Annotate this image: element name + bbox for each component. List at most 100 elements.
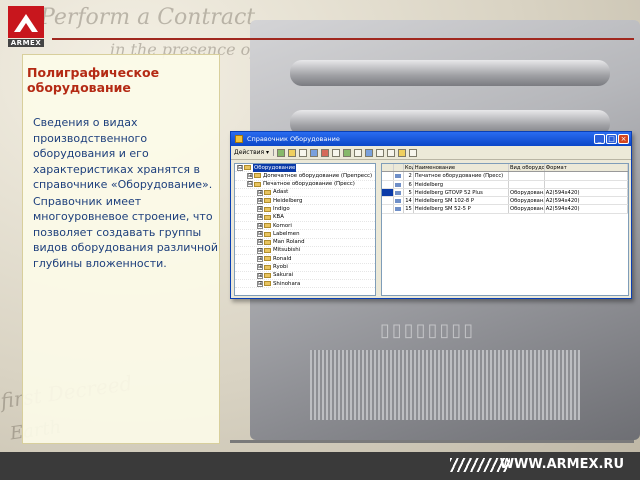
equipment-directory-window: Справочник Оборудование _ □ × Действия ▾… xyxy=(230,131,632,299)
cell-equipment-type: Оборудован... xyxy=(510,205,545,213)
tree-node[interactable]: ⊞ Sakurai xyxy=(235,272,375,281)
cell-equipment-type xyxy=(509,172,545,180)
tree-node-label: Допечатное оборудование (Препресс) xyxy=(263,172,373,179)
filter-icon[interactable] xyxy=(365,148,374,157)
collapse-icon[interactable]: ⊟ xyxy=(237,164,243,171)
edit-icon[interactable] xyxy=(310,148,319,157)
tree-node[interactable]: ⊞ Komori xyxy=(235,222,375,231)
expand-icon[interactable]: ⊞ xyxy=(257,272,263,279)
logo-mark xyxy=(8,6,44,38)
hierarchy-icon[interactable] xyxy=(354,148,363,157)
tree-node[interactable]: ⊞ Heidelberg xyxy=(235,197,375,206)
table-row[interactable]: 6 Heidelberg xyxy=(382,180,628,189)
sort-icon[interactable] xyxy=(376,148,385,157)
folder-icon xyxy=(264,264,271,270)
copy-icon[interactable] xyxy=(299,148,308,157)
print-icon[interactable] xyxy=(398,148,407,157)
cell-name: Heidelberg SM 52-5 P xyxy=(414,205,509,213)
expand-icon[interactable]: ⊞ xyxy=(257,189,263,196)
table-row[interactable]: 2 Печатное оборудование (Пресс) xyxy=(382,172,628,181)
folder-icon xyxy=(254,181,261,187)
table-header-row: Код Наименование Вид оборудо... Формат xyxy=(382,164,628,173)
column-header-format[interactable]: Формат xyxy=(545,164,628,172)
window-title: Справочник Оборудование xyxy=(247,135,340,143)
expand-icon[interactable]: ⊞ xyxy=(257,206,263,213)
find-icon[interactable] xyxy=(387,148,396,157)
table-row[interactable]: 14 Heidelberg SM 102-8 P Оборудован... A2(5… xyxy=(382,197,628,206)
cell-name: Heidelberg SM 102-8 P xyxy=(414,197,509,205)
column-header-name[interactable]: Наименование xyxy=(414,164,509,172)
folder-icon xyxy=(264,231,271,237)
text-panel: Полиграфическое оборудование Сведения о … xyxy=(22,54,220,444)
website-url[interactable]: WWW.ARMEX.RU xyxy=(500,457,624,472)
add-icon[interactable] xyxy=(277,148,286,157)
expand-icon[interactable]: ⊞ xyxy=(257,255,263,262)
row-type-icon-cell xyxy=(394,205,404,213)
cell-format: A2(594х420) xyxy=(545,197,628,205)
group-folder-icon xyxy=(394,174,401,179)
add-group-icon[interactable] xyxy=(288,148,297,157)
column-header-code[interactable]: Код xyxy=(404,164,414,172)
row-marker xyxy=(382,180,394,188)
cell-code: 14 xyxy=(405,197,414,205)
window-titlebar[interactable]: Справочник Оборудование _ □ × xyxy=(231,132,631,146)
body-paragraph-2: Справочник имеет многоуровневое строение… xyxy=(33,194,219,270)
tree-node[interactable]: ⊞ KBA xyxy=(235,214,375,223)
expand-icon[interactable]: ⊞ xyxy=(257,231,263,238)
tree-node[interactable]: ⊞ Adast xyxy=(235,189,375,198)
table-row[interactable]: 15 Heidelberg SM 52-5 P Оборудован... A2(59… xyxy=(382,205,628,214)
tree-node[interactable]: ⊞ Indigo xyxy=(235,205,375,214)
delete-icon[interactable] xyxy=(321,148,330,157)
help-icon[interactable] xyxy=(409,148,418,157)
tree-node[interactable]: ⊞ Ronald xyxy=(235,255,375,264)
tree-node[interactable]: ⊞ Shinohara xyxy=(235,280,375,289)
expand-icon[interactable]: ⊞ xyxy=(257,239,263,246)
tree-node-label: Печатное оборудование (Пресс) xyxy=(263,181,355,188)
tree-node[interactable]: ⊞ Labelmen xyxy=(235,230,375,239)
tree-node-label: Adast xyxy=(273,189,289,196)
folder-icon xyxy=(264,281,271,287)
refresh-icon[interactable] xyxy=(343,148,352,157)
column-header-marker[interactable] xyxy=(382,164,394,172)
tree-node-label: Shinohara xyxy=(273,280,301,287)
tree-node-label: Man Roland xyxy=(273,239,305,246)
folder-icon xyxy=(254,173,261,179)
move-icon[interactable] xyxy=(332,148,341,157)
tree-node[interactable]: ⊞ Mitsubishi xyxy=(235,247,375,256)
maximize-button[interactable]: □ xyxy=(606,134,617,144)
tree-node-label: Ryobi xyxy=(273,264,288,271)
folder-icon xyxy=(264,239,271,245)
minimize-button[interactable]: _ xyxy=(594,134,605,144)
column-header-icon[interactable] xyxy=(394,164,404,172)
body-paragraph-1: Сведения о видах производственного обору… xyxy=(33,116,213,191)
expand-icon[interactable]: ⊞ xyxy=(257,214,263,221)
table-row[interactable]: 5 Heidelberg GTOVP 52 Plus Оборудован... A2… xyxy=(382,188,628,198)
expand-icon[interactable]: ⊞ xyxy=(247,172,253,179)
equipment-table: Код Наименование Вид оборудо... Формат 2… xyxy=(381,163,629,296)
actions-menu[interactable]: Действия ▾ xyxy=(234,149,275,156)
collapse-icon[interactable]: ⊟ xyxy=(247,181,253,188)
equipment-group-tree[interactable]: ⊟ Оборудование ⊞ Допечатное оборудование (П… xyxy=(234,163,376,296)
cell-code: 6 xyxy=(404,180,414,188)
close-button[interactable]: × xyxy=(618,134,629,144)
tree-node-label: Sakurai xyxy=(273,272,294,279)
expand-icon[interactable]: ⊞ xyxy=(257,280,263,287)
cell-name: Печатное оборудование (Пресс) xyxy=(414,172,509,180)
folder-icon xyxy=(264,256,271,262)
expand-icon[interactable]: ⊞ xyxy=(257,264,263,271)
row-marker xyxy=(382,205,394,213)
footer-divider xyxy=(230,440,634,443)
expand-icon[interactable]: ⊞ xyxy=(257,247,263,254)
tree-node[interactable]: ⊟ Печатное оборудование (Пресс) xyxy=(235,181,375,189)
expand-icon[interactable]: ⊞ xyxy=(257,222,263,229)
expand-icon[interactable]: ⊞ xyxy=(257,197,263,204)
tree-node[interactable]: ⊞ Man Roland xyxy=(235,239,375,247)
tree-node-label: Indigo xyxy=(273,205,290,212)
row-marker xyxy=(382,197,394,205)
column-header-type[interactable]: Вид оборудо... xyxy=(509,164,545,172)
cell-equipment-type: Оборудован... xyxy=(510,197,545,205)
folder-icon xyxy=(264,248,271,254)
tree-node[interactable]: ⊞ Ryobi xyxy=(235,264,375,272)
group-folder-icon xyxy=(394,182,401,187)
cell-code: 2 xyxy=(404,172,414,180)
